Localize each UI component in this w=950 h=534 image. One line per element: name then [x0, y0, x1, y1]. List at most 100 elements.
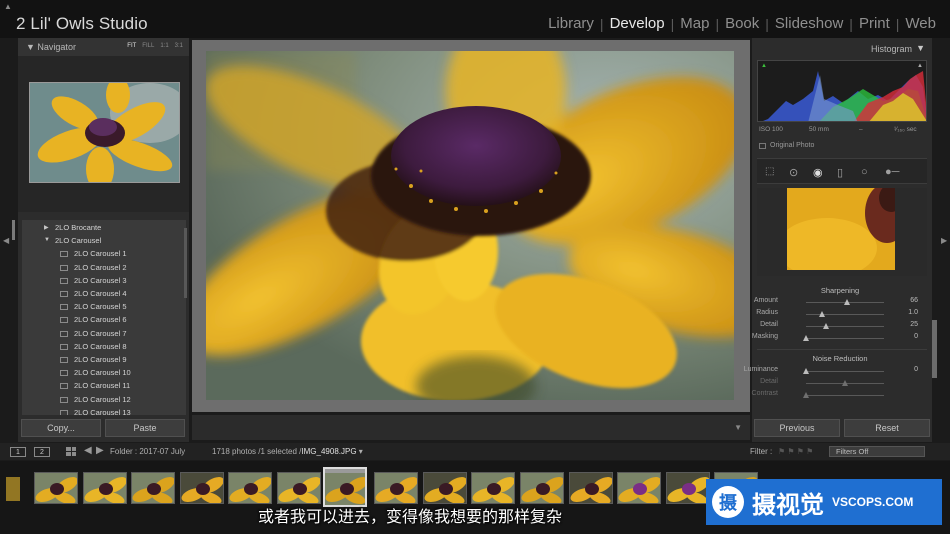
slider-value[interactable]: 25 — [910, 321, 918, 328]
folder-item[interactable]: 2LO Carousel 1 — [22, 248, 186, 261]
filmstrip-thumbnail[interactable] — [374, 472, 419, 504]
histogram-header[interactable]: Histogram ▼ — [752, 42, 932, 56]
zoom-fit[interactable]: FIT — [127, 43, 136, 49]
main-photo[interactable] — [206, 51, 734, 400]
folder-path[interactable]: Folder : 2017-07 July — [110, 447, 185, 456]
filmstrip-thumbnail[interactable] — [568, 472, 613, 504]
crop-tool-icon[interactable]: ⬚ — [765, 166, 774, 177]
navigator-header[interactable]: ▼ Navigator FIT FILL 1:1 3:1 — [18, 38, 189, 56]
folder-item[interactable]: 2LO Carousel 2 — [22, 262, 186, 275]
collapse-triangle-icon[interactable]: ▼ — [916, 43, 925, 53]
filmstrip-thumbnail-selected[interactable] — [322, 467, 367, 507]
slider-knob[interactable] — [842, 380, 848, 386]
folder-parent-row[interactable]: ▶ 2LO Brocante — [22, 222, 186, 235]
copy-button[interactable]: Copy... — [21, 419, 101, 437]
grid-view-icon[interactable] — [66, 447, 76, 456]
slider-track[interactable] — [806, 338, 884, 339]
slider-knob[interactable] — [822, 323, 829, 329]
filmstrip-thumbnail[interactable] — [277, 472, 321, 504]
slider-knob[interactable] — [818, 311, 825, 317]
navigator-thumbnail[interactable] — [29, 82, 180, 183]
slider-knob[interactable] — [843, 299, 850, 305]
left-panel-arrow-icon[interactable]: ◀ — [3, 236, 9, 245]
noise-reduction-section-title[interactable]: Noise Reduction — [752, 354, 928, 363]
noise_reduction-slider-row: Luminance 0 — [744, 366, 928, 377]
current-filename[interactable]: IMG_4908.JPG — [301, 447, 356, 456]
top-panel-arrow-icon[interactable]: ▲ — [4, 2, 12, 11]
folder-parent-row[interactable]: ▼ 2LO Carousel — [22, 235, 186, 248]
detail-zoom-preview[interactable] — [787, 188, 895, 270]
zoom-1-1[interactable]: 1:1 — [160, 43, 168, 49]
zoom-fill[interactable]: FILL — [142, 43, 154, 49]
right-panel-arrow-icon[interactable]: ▶ — [941, 236, 947, 245]
filter-dropdown[interactable]: Filters Off — [829, 446, 925, 457]
adjustment-brush-icon[interactable]: ●─ — [885, 166, 899, 178]
red-eye-icon[interactable]: ◉ — [813, 166, 823, 179]
filmstrip-thumbnail[interactable] — [665, 472, 710, 504]
primary-window-button[interactable]: 1 — [10, 447, 26, 457]
paste-button[interactable]: Paste — [105, 419, 185, 437]
forward-arrow-icon[interactable]: ▶ — [96, 445, 104, 456]
highlight-clipping-icon[interactable]: ▲ — [917, 63, 923, 69]
module-library[interactable]: Library — [542, 15, 600, 32]
filmstrip-thumbnail[interactable] — [228, 472, 273, 504]
module-print[interactable]: Print — [853, 15, 896, 32]
folder-item[interactable]: 2LO Carousel 3 — [22, 275, 186, 288]
folder-item[interactable]: 2LO Carousel 13 — [22, 407, 186, 415]
zoom-3-1[interactable]: 3:1 — [175, 43, 183, 49]
slider-value[interactable]: 1.0 — [908, 309, 918, 316]
folder-item[interactable]: 2LO Carousel 5 — [22, 301, 186, 314]
folder-list-scrollbar[interactable] — [184, 228, 187, 298]
graduated-filter-icon[interactable]: ▯ — [837, 166, 843, 179]
watermark-badge: 摄 — [712, 486, 744, 518]
slider-value[interactable]: 0 — [914, 333, 918, 340]
slider-value[interactable]: 66 — [910, 297, 918, 304]
filmstrip-thumbnail[interactable] — [471, 472, 516, 504]
slider-value[interactable]: 0 — [914, 366, 918, 373]
slider-track[interactable] — [806, 395, 884, 396]
folder-item[interactable]: 2LO Carousel 8 — [22, 341, 186, 354]
slider-track[interactable] — [806, 326, 884, 327]
folder-item[interactable]: 2LO Carousel 9 — [22, 354, 186, 367]
filmstrip-thumbnail[interactable] — [131, 472, 176, 504]
expanded-triangle-icon[interactable]: ▼ — [44, 237, 50, 243]
back-arrow-icon[interactable]: ◀ — [84, 445, 92, 456]
previous-button[interactable]: Previous — [754, 419, 840, 437]
filmstrip-thumbnail[interactable] — [422, 472, 467, 504]
folder-item[interactable]: 2LO Carousel 10 — [22, 367, 186, 380]
filmstrip-thumbnail[interactable] — [82, 472, 127, 504]
collapsed-triangle-icon[interactable]: ▶ — [44, 224, 49, 231]
filmstrip-partial-thumbnail[interactable] — [6, 477, 20, 501]
slider-track[interactable] — [806, 371, 884, 372]
folder-item[interactable]: 2LO Carousel 12 — [22, 394, 186, 407]
filmstrip-thumbnail[interactable] — [179, 472, 224, 504]
folder-item[interactable]: 2LO Carousel 6 — [22, 314, 186, 327]
filmstrip-thumbnail[interactable] — [34, 472, 78, 504]
slider-knob[interactable] — [803, 335, 809, 341]
shadow-clipping-icon[interactable]: ▲ — [761, 63, 767, 69]
radial-filter-icon[interactable]: ○ — [861, 166, 868, 178]
filmstrip-thumbnail[interactable] — [617, 472, 662, 504]
original-photo-checkbox[interactable] — [759, 142, 766, 149]
module-slideshow[interactable]: Slideshow — [769, 15, 849, 32]
filmstrip-thumbnail[interactable] — [520, 472, 564, 504]
original-photo-toggle[interactable]: Original Photo — [759, 142, 814, 149]
module-web[interactable]: Web — [899, 15, 942, 32]
folder-item[interactable]: 2LO Carousel 11 — [22, 380, 186, 393]
filter-flags-icon[interactable]: ⚑ ⚑ ⚑ ⚑ — [778, 447, 813, 456]
folder-item[interactable]: 2LO Carousel 4 — [22, 288, 186, 301]
slider-knob[interactable] — [803, 368, 809, 374]
histogram-graph[interactable]: ▲ ▲ — [757, 60, 927, 122]
sharpening-section-title[interactable]: Sharpening — [752, 286, 928, 295]
spot-removal-icon[interactable]: ⊙ — [789, 166, 798, 179]
folder-item[interactable]: 2LO Carousel 7 — [22, 328, 186, 341]
toolbar-menu-icon[interactable]: ▼ — [734, 423, 742, 432]
slider-knob[interactable] — [803, 392, 809, 398]
module-book[interactable]: Book — [719, 15, 765, 32]
secondary-window-button[interactable]: 2 — [34, 447, 50, 457]
module-develop[interactable]: Develop — [604, 15, 671, 32]
module-map[interactable]: Map — [674, 15, 715, 32]
reset-button[interactable]: Reset — [844, 419, 930, 437]
left-panel-grip[interactable] — [12, 220, 15, 240]
right-panel-scrollbar[interactable] — [932, 320, 937, 378]
